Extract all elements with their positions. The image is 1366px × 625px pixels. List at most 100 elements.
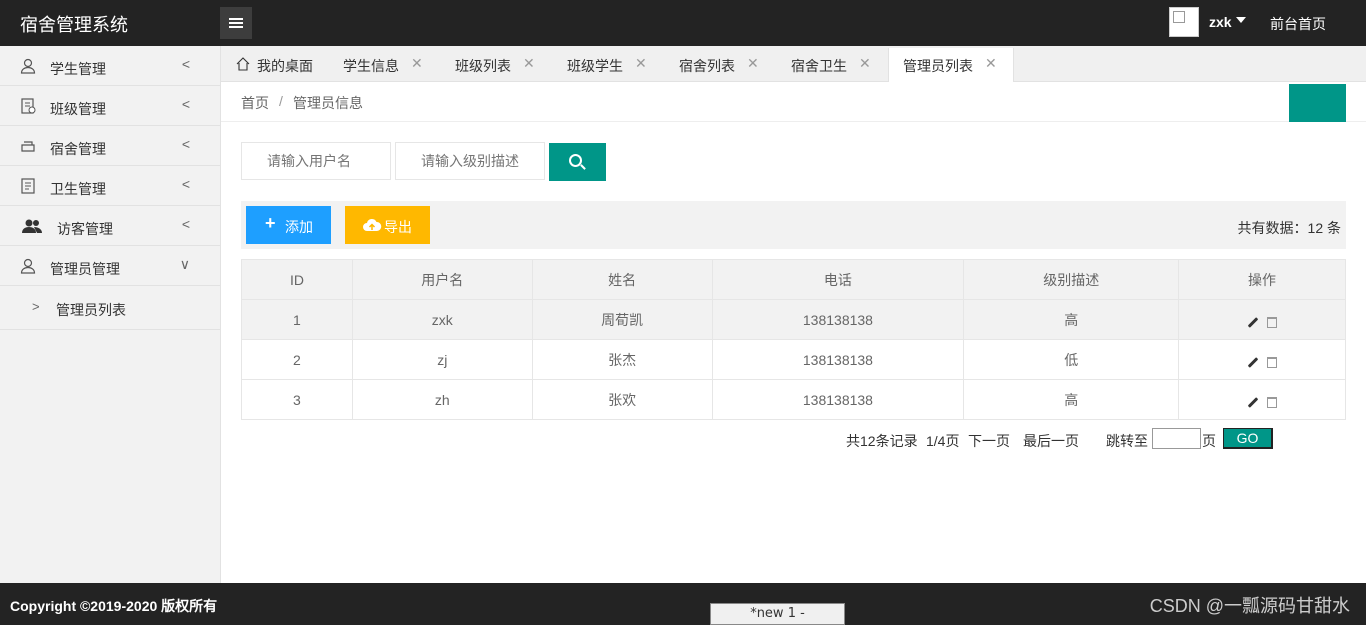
sidebar-item-student[interactable]: 学生管理 < — [0, 46, 220, 86]
sidebar-item-label: 宿舍管理 — [50, 141, 106, 157]
chevron-down-icon: ∨ — [179, 256, 190, 272]
sidebar-subitem-admin-list[interactable]: > 管理员列表 — [0, 286, 220, 330]
close-icon[interactable]: ✕ — [747, 55, 759, 72]
home-icon — [236, 57, 250, 71]
tab-bar: 我的桌面 学生信息 ✕ 班级列表 ✕ 班级学生 ✕ 宿舍列表 ✕ 宿舍卫生 ✕ … — [221, 46, 1366, 82]
cell-username: zxk — [351, 299, 533, 340]
sidebar-subitem-label: 管理员列表 — [56, 302, 126, 318]
users-icon — [22, 219, 42, 233]
cell-name: 张欢 — [531, 379, 713, 420]
sidebar: 学生管理 < 班级管理 < 宿舍管理 < 卫生管理 < 访客管理 < 管理员管理… — [0, 46, 221, 583]
column-header: 电话 — [711, 259, 965, 300]
notebook-icon — [21, 98, 36, 114]
last-page-link[interactable]: 最后一页 — [1023, 431, 1079, 451]
cell-username: zh — [351, 379, 533, 420]
tab-dorm-hygiene[interactable]: 宿舍卫生 ✕ — [777, 48, 889, 82]
close-icon[interactable]: ✕ — [523, 55, 535, 72]
action-toolbar: + 添加 导出 共有数据：12 条 — [241, 201, 1346, 249]
table-row: 3 zh 张欢 138138138 高 — [241, 379, 1346, 420]
page-jump-input[interactable] — [1152, 428, 1201, 449]
close-icon[interactable]: ✕ — [411, 55, 423, 72]
chevron-left-icon: < — [181, 136, 190, 152]
tab-label: 宿舍卫生 — [791, 58, 847, 74]
delete-icon[interactable] — [1267, 317, 1278, 328]
breadcrumb-home[interactable]: 首页 — [241, 93, 269, 113]
tab-label: 管理员列表 — [903, 58, 973, 74]
user-avatar[interactable] — [1169, 7, 1199, 37]
breadcrumb-separator: / — [279, 93, 283, 109]
cell-name: 张杰 — [531, 339, 713, 380]
close-icon[interactable]: ✕ — [985, 55, 997, 72]
column-header: 级别描述 — [963, 259, 1180, 300]
cell-phone: 138138138 — [711, 299, 965, 340]
cell-id: 2 — [241, 339, 353, 380]
add-button[interactable]: + 添加 — [246, 206, 331, 244]
sidebar-item-label: 访客管理 — [57, 221, 113, 237]
page-unit-label: 页 — [1202, 433, 1216, 449]
cell-username: zj — [351, 339, 533, 380]
export-button-label: 导出 — [384, 219, 412, 235]
cell-phone: 138138138 — [711, 379, 965, 420]
tab-student-info[interactable]: 学生信息 ✕ — [329, 48, 441, 82]
delete-icon[interactable] — [1267, 397, 1278, 408]
sidebar-item-admin[interactable]: 管理员管理 ∨ — [0, 246, 220, 286]
sidebar-item-class[interactable]: 班级管理 < — [0, 86, 220, 126]
edit-icon[interactable] — [1247, 317, 1259, 328]
menu-toggle-button[interactable] — [220, 7, 252, 39]
username-search-input[interactable] — [241, 142, 391, 180]
close-icon[interactable]: ✕ — [859, 55, 871, 72]
document-icon — [21, 178, 35, 194]
tab-label: 宿舍列表 — [679, 58, 735, 74]
chevron-left-icon: < — [181, 96, 190, 112]
user-name-dropdown[interactable]: zxk — [1209, 14, 1232, 30]
close-icon[interactable]: ✕ — [635, 55, 647, 72]
chevron-left-icon: < — [181, 176, 190, 192]
refresh-button[interactable] — [1289, 84, 1346, 122]
caret-down-icon[interactable] — [1236, 17, 1246, 23]
cell-phone: 138138138 — [711, 339, 965, 380]
table-header-row: ID 用户名 姓名 电话 级别描述 操作 — [241, 259, 1346, 300]
cell-actions — [1178, 339, 1346, 380]
sidebar-item-label: 管理员管理 — [50, 261, 120, 277]
cell-level: 低 — [963, 339, 1180, 380]
cloud-upload-icon — [363, 218, 382, 231]
chevron-right-icon: > — [32, 299, 40, 314]
sidebar-item-hygiene[interactable]: 卫生管理 < — [0, 166, 220, 206]
edit-icon[interactable] — [1247, 397, 1259, 408]
tab-class-list[interactable]: 班级列表 ✕ — [441, 48, 553, 82]
breadcrumb-current: 管理员信息 — [293, 95, 363, 111]
front-home-link[interactable]: 前台首页 — [1270, 14, 1326, 34]
user-icon — [20, 258, 36, 274]
chevron-left-icon: < — [181, 56, 190, 72]
add-button-label: 添加 — [285, 219, 313, 235]
copyright-text: Copyright ©2019-2020 版权所有 — [10, 598, 218, 614]
go-button[interactable]: GO — [1223, 428, 1273, 449]
app-logo: 宿舍管理系统 — [20, 15, 128, 35]
top-header: 宿舍管理系统 zxk 前台首页 — [0, 0, 1366, 46]
export-button[interactable]: 导出 — [345, 206, 430, 244]
user-icon — [20, 58, 36, 74]
tab-dorm-list[interactable]: 宿舍列表 ✕ — [665, 48, 777, 82]
search-button[interactable] — [549, 143, 606, 181]
table-row: 2 zj 张杰 138138138 低 — [241, 339, 1346, 380]
delete-icon[interactable] — [1267, 357, 1278, 368]
sidebar-item-visitor[interactable]: 访客管理 < — [0, 206, 220, 246]
tab-label: 班级列表 — [455, 58, 511, 74]
next-page-link[interactable]: 下一页 — [968, 431, 1010, 451]
sidebar-item-dorm[interactable]: 宿舍管理 < — [0, 126, 220, 166]
tab-class-students[interactable]: 班级学生 ✕ — [553, 48, 665, 82]
table-row: 1 zxk 周荀凯 138138138 高 — [241, 299, 1346, 340]
tab-label: 学生信息 — [343, 58, 399, 74]
watermark: CSDN @一瓢源码甘甜水 — [1149, 596, 1350, 616]
jump-label: 跳转至 — [1106, 433, 1148, 449]
column-header: 操作 — [1178, 259, 1346, 300]
cell-actions — [1178, 379, 1346, 420]
edit-icon[interactable] — [1247, 357, 1259, 368]
plus-icon: + — [265, 213, 276, 233]
level-search-input[interactable] — [395, 142, 545, 180]
chevron-left-icon: < — [181, 216, 190, 232]
tab-admin-list[interactable]: 管理员列表 ✕ — [888, 48, 1014, 82]
cell-level: 高 — [963, 299, 1180, 340]
tab-desktop[interactable]: 我的桌面 — [221, 48, 329, 82]
cell-id: 3 — [241, 379, 353, 420]
